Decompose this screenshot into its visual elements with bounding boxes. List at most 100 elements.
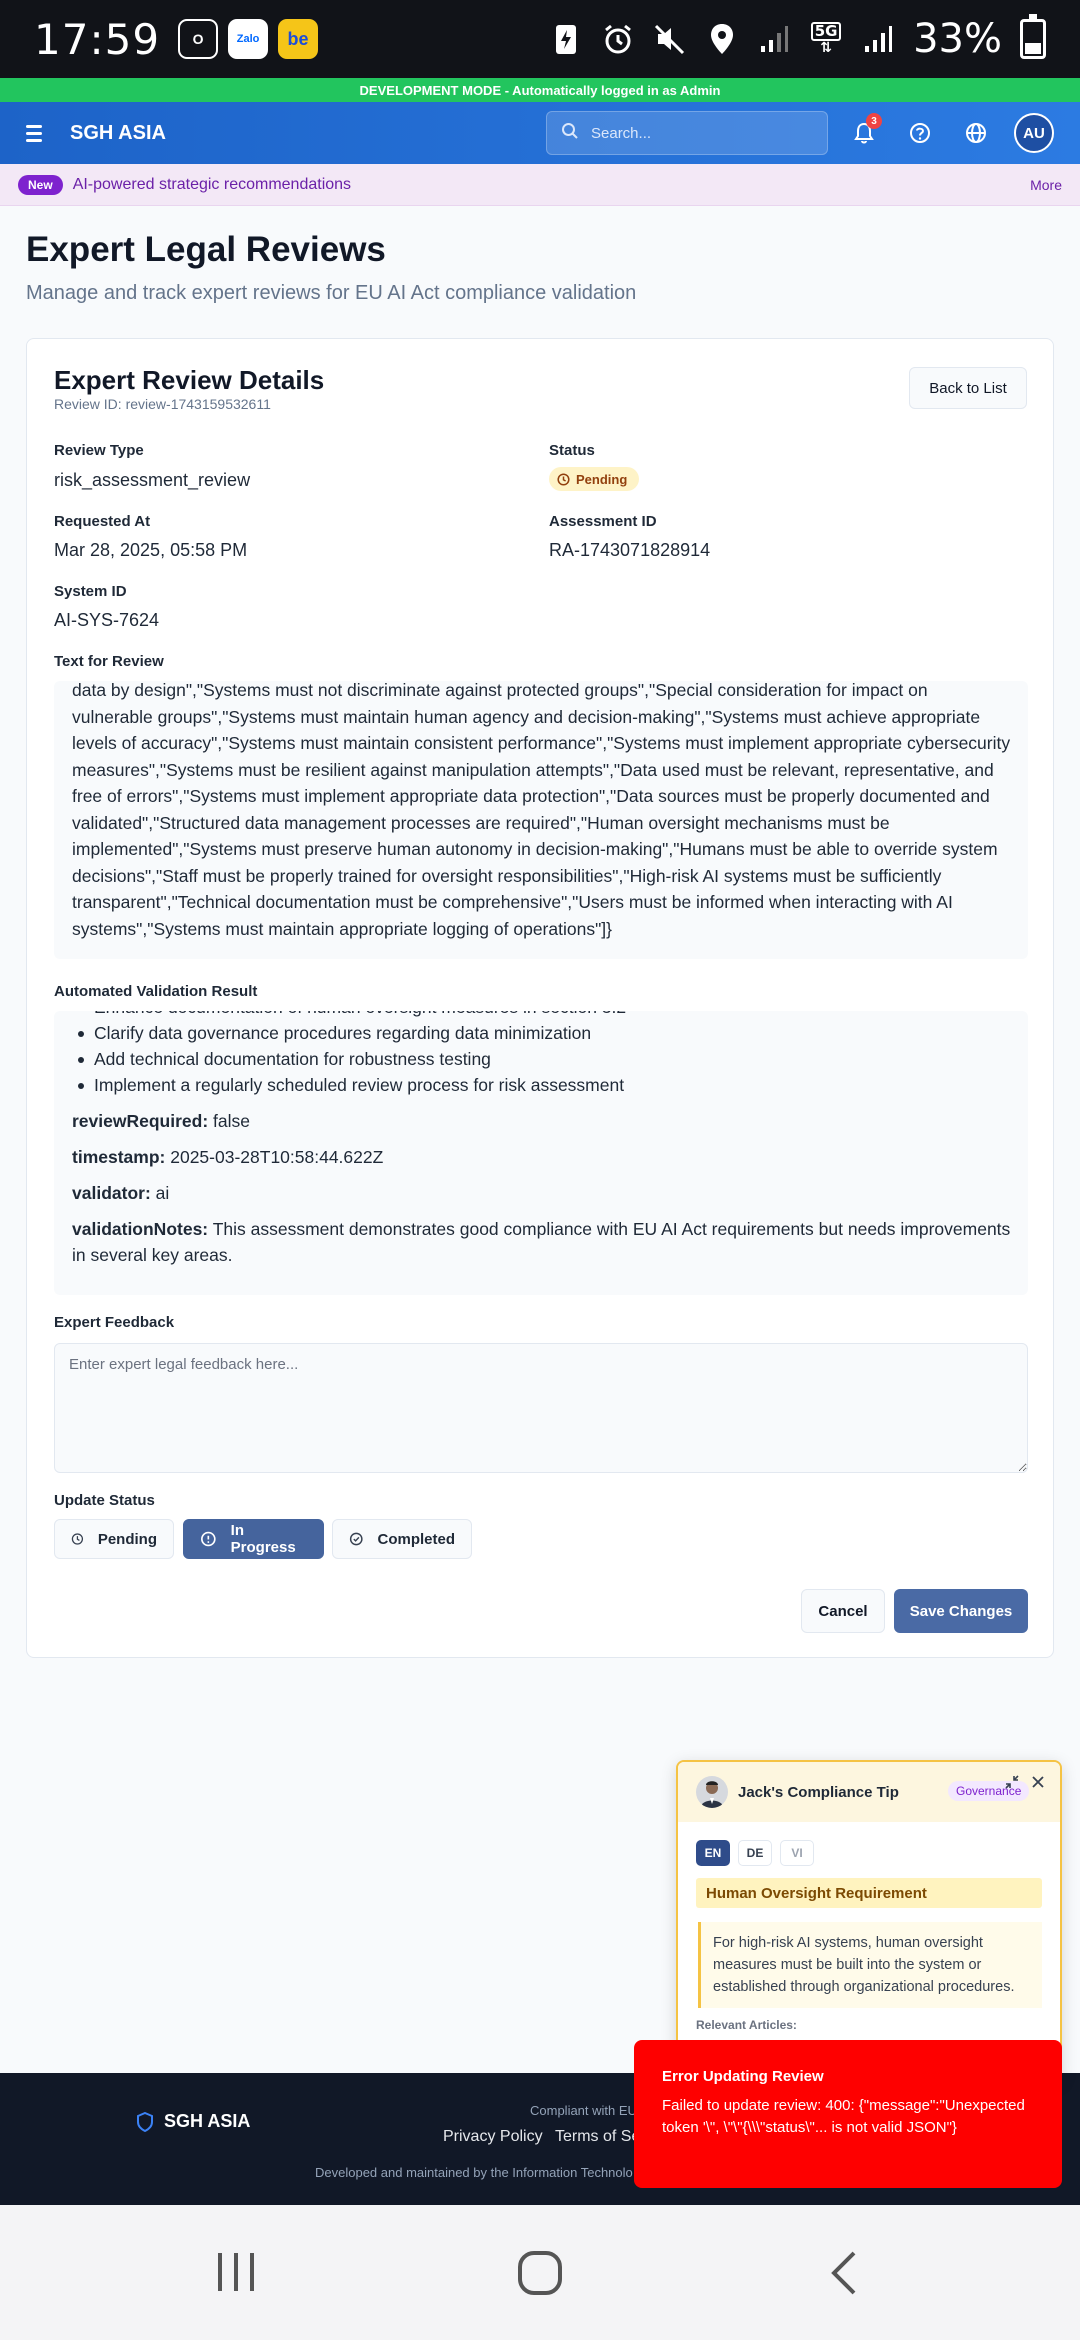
battery-fill [1025, 42, 1041, 54]
globe-icon [966, 123, 986, 143]
search-box[interactable] [546, 111, 828, 155]
recent-apps-icon[interactable] [212, 2249, 260, 2300]
user-avatar[interactable]: AU [1014, 113, 1054, 153]
tip-title: Jack's Compliance Tip [738, 1783, 899, 1801]
status-option-in-progress[interactable]: In Progress [183, 1519, 324, 1559]
signal-icon [757, 22, 791, 56]
status-option-completed[interactable]: Completed [332, 1519, 472, 1559]
status-badge: Pending [549, 467, 640, 491]
lang-button-de[interactable]: DE [738, 1840, 772, 1866]
system-status-bar: 17:59 O Zalo be 5G ⇅ 33% [0, 0, 1080, 78]
validation-result-label: Automated Validation Result [54, 983, 258, 1000]
footer-compliance-text: Compliant with EU [530, 2103, 637, 2118]
outlook-icon: O [178, 19, 219, 59]
announcement-bar: New AI-powered strategic recommendations… [0, 164, 1080, 206]
page-subtitle: Manage and track expert reviews for EU A… [26, 282, 637, 304]
be-icon: be [278, 19, 319, 59]
privacy-policy-link[interactable]: Privacy Policy [443, 2128, 543, 2146]
system-id-label: System ID [54, 583, 127, 600]
battery-saver-icon [549, 22, 583, 56]
validation-result-content: Enhance documentation of human oversight… [72, 1011, 1012, 1268]
save-changes-button[interactable]: Save Changes [894, 1589, 1028, 1633]
new-badge: New [18, 174, 63, 195]
field-key: validator: [72, 1183, 151, 1203]
validation-result-box[interactable]: Enhance documentation of human oversight… [54, 1011, 1028, 1295]
expert-feedback-label: Expert Feedback [54, 1314, 175, 1331]
status-option-pending[interactable]: Pending [54, 1519, 174, 1559]
list-item: Clarify data governance procedures regar… [72, 1020, 1012, 1046]
status-label: Status [549, 442, 595, 459]
check-circle-icon [349, 1532, 363, 1546]
text-for-review-box[interactable]: data by design","Systems must not discri… [54, 681, 1028, 959]
tip-avatar [696, 1776, 728, 1808]
battery-percent: 33% [913, 16, 1002, 62]
requested-at-label: Requested At [54, 513, 151, 530]
language-button[interactable] [956, 113, 996, 153]
field-value: This assessment demonstrates good compli… [72, 1219, 1011, 1265]
list-item: Enhance documentation of human oversight… [72, 1011, 1012, 1020]
mute-icon [653, 22, 687, 56]
location-icon [705, 22, 739, 56]
system-id-value: AI-SYS-7624 [54, 610, 160, 630]
relevant-articles-label: Relevant Articles: [696, 2018, 797, 2032]
lang-button-en[interactable]: EN [696, 1840, 730, 1866]
notifications-button[interactable]: 3 [844, 113, 884, 153]
search-input[interactable] [591, 124, 791, 142]
text-for-review-label: Text for Review [54, 653, 164, 670]
error-toast[interactable]: Error Updating Review Failed to update r… [634, 2040, 1062, 2188]
status-option-label: Completed [377, 1530, 455, 1548]
notification-count-badge: 3 [866, 113, 882, 129]
status-option-label: In Progress [230, 1522, 296, 1556]
clock-icon [557, 472, 570, 486]
cancel-button[interactable]: Cancel [801, 1589, 885, 1633]
footer-brand-name: SGH ASIA [164, 2111, 251, 2131]
close-icon[interactable] [1030, 1774, 1046, 1795]
tip-heading: Human Oversight Requirement [696, 1878, 1042, 1908]
announcement-more-link[interactable]: More [1030, 177, 1062, 193]
brand-name[interactable]: SGH ASIA [70, 122, 166, 145]
review-type-label: Review Type [54, 442, 144, 459]
timestamp-row: timestamp: 2025-03-28T10:58:44.622Z [72, 1144, 1012, 1170]
validation-notes-row: validationNotes: This assessment demonst… [72, 1216, 1012, 1268]
status-badge-text: Pending [576, 471, 628, 487]
announcement-text[interactable]: AI-powered strategic recommendations [73, 176, 351, 194]
minimize-icon[interactable] [1004, 1774, 1020, 1795]
zalo-icon: Zalo [228, 19, 269, 59]
field-value: 2025-03-28T10:58:44.622Z [170, 1147, 384, 1167]
requested-at-value: Mar 28, 2025, 05:58 PM [54, 540, 248, 560]
hamburger-menu-icon[interactable] [26, 124, 54, 142]
signal-icon-2 [861, 22, 895, 56]
back-to-list-button[interactable]: Back to List [909, 367, 1027, 409]
home-icon[interactable] [516, 2249, 564, 2302]
field-key: validationNotes: [72, 1219, 209, 1239]
compliance-tip-widget: Jack's Compliance Tip Governance EN DE V… [676, 1760, 1062, 2080]
system-navigation-bar [0, 2205, 1080, 2340]
help-circle-icon [910, 123, 930, 143]
footer-maintained-text: Developed and maintained by the Informat… [315, 2165, 633, 2180]
field-key: reviewRequired: [72, 1111, 209, 1131]
status-time: 17:59 [34, 14, 161, 64]
review-id: Review ID: review-1743159532611 [54, 396, 271, 412]
help-button[interactable] [900, 113, 940, 153]
text-for-review-content: data by design","Systems must not discri… [72, 681, 1011, 939]
assessment-id-value: RA-1743071828914 [549, 540, 711, 560]
lang-button-vi[interactable]: VI [780, 1840, 814, 1866]
dev-mode-banner: DEVELOPMENT MODE - Automatically logged … [0, 78, 1080, 102]
tip-header: Jack's Compliance Tip Governance [678, 1762, 1060, 1822]
terms-link[interactable]: Terms of Se [555, 2128, 640, 2146]
expert-feedback-input[interactable] [54, 1343, 1028, 1473]
battery-icon [1020, 14, 1046, 59]
alarm-icon [601, 22, 635, 56]
list-item: Implement a regularly scheduled review p… [72, 1072, 1012, 1098]
assessment-id-label: Assessment ID [549, 513, 657, 530]
network-type: 5G [810, 22, 842, 41]
network-5g-icon: 5G ⇅ [809, 22, 843, 56]
shield-icon [137, 2111, 153, 2132]
search-icon [561, 122, 579, 145]
review-required-row: reviewRequired: false [72, 1108, 1012, 1134]
page-title: Expert Legal Reviews [26, 230, 386, 269]
back-icon[interactable] [826, 2249, 860, 2302]
review-type-value: risk_assessment_review [54, 470, 251, 490]
app-header: SGH ASIA 3 AU [0, 102, 1080, 164]
tip-body: For high-risk AI systems, human oversigh… [698, 1922, 1042, 2008]
